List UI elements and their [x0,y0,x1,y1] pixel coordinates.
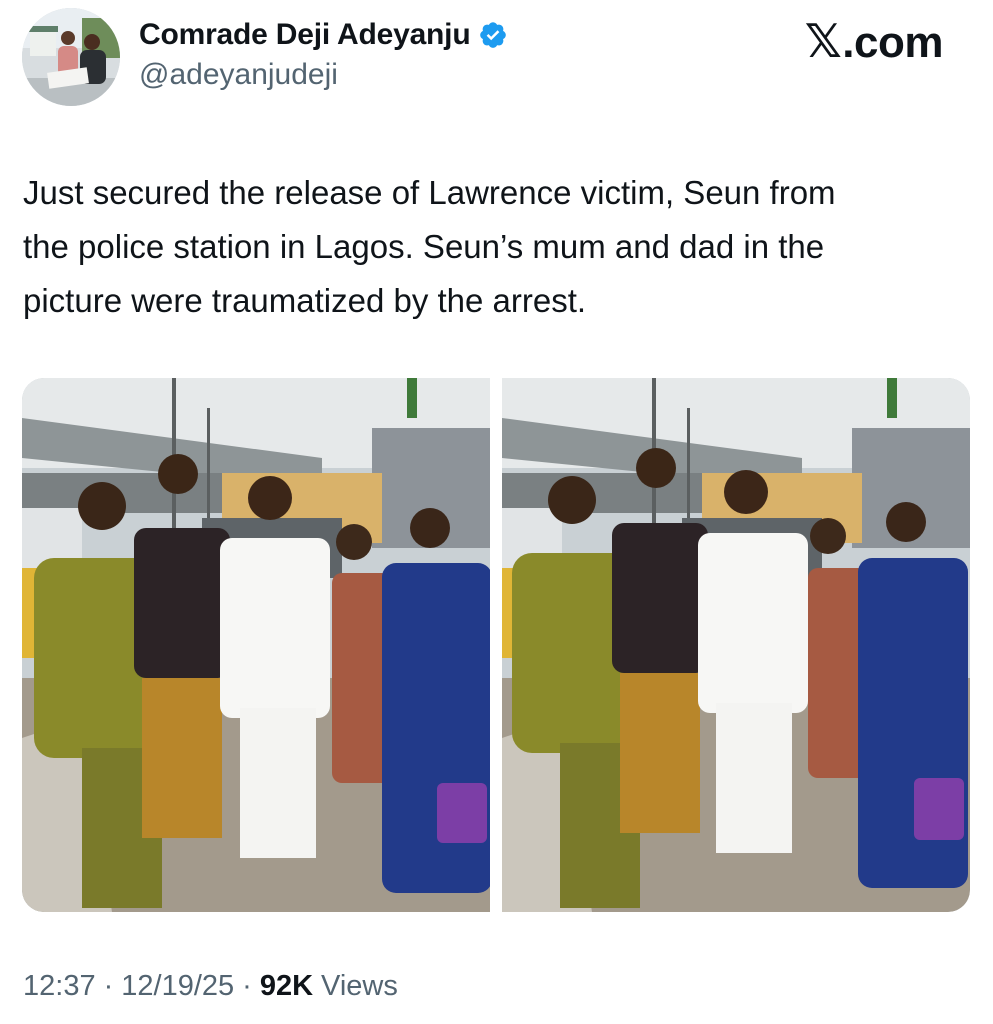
meta-separator: · [103,970,114,1002]
tweet-header: Comrade Deji Adeyanju @adeyanjudeji 𝕏 .c… [0,0,993,120]
avatar[interactable] [22,8,120,106]
tweet-text: Just secured the release of Lawrence vic… [23,174,836,319]
views-count: 92K [259,970,314,1002]
author-name-row: Comrade Deji Adeyanju [139,18,508,52]
tweet-photo-1[interactable] [22,378,490,912]
brand-label: 𝕏 .com [804,14,944,68]
photo-group-icon [22,378,490,912]
views-label: Views [321,970,398,1002]
verified-check-icon [478,20,508,50]
tweet-media [22,378,970,912]
photo-group-icon [502,378,970,912]
author-display-name[interactable]: Comrade Deji Adeyanju [139,18,471,52]
tweet-meta: 12:37 · 12/19/25 · 92K Views [23,970,398,1003]
tweet-date[interactable]: 12/19/25 [121,970,234,1003]
meta-separator: · [242,970,252,1002]
x-logo-icon: 𝕏 [804,14,842,68]
tweet-time[interactable]: 12:37 [23,970,96,1003]
tweet-photo-2[interactable] [502,378,970,912]
author-handle[interactable]: @adeyanjudeji [139,58,338,92]
brand-domain: .com [842,18,943,67]
